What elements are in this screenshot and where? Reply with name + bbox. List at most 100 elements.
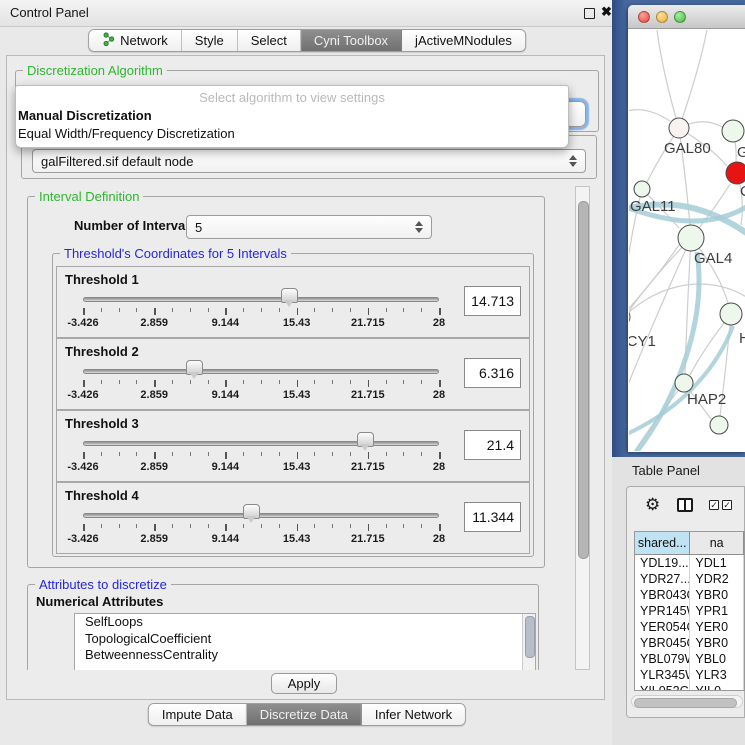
threshold-slider-track[interactable] [83,297,439,302]
tick-mark [101,452,102,456]
tab-select[interactable]: Select [238,30,301,51]
threshold-value-field[interactable]: 6.316 [464,358,521,388]
tick-mark [297,452,299,459]
network-edge [679,30,707,128]
threshold-slider-thumb[interactable] [357,432,374,447]
network-window-titlebar[interactable] [628,5,745,29]
float-window-icon[interactable] [584,8,595,19]
threshold-slider-track[interactable] [83,513,439,518]
column-header-na[interactable]: na [690,532,744,554]
table-row[interactable]: YBR045CYBR0 [635,635,744,651]
threshold-value-field[interactable]: 11.344 [464,502,521,532]
threshold-slider-track[interactable] [83,369,439,374]
tick-label: 9.144 [199,533,251,545]
table-horizontal-scrollbar-thumb[interactable] [634,698,737,708]
network-canvas[interactable]: GAL80GACGAL11GAL4GCY1HHAP2 [629,29,745,451]
number-of-intervals-combobox[interactable]: 5 [186,215,432,239]
table-cell: YBR0 [690,587,744,603]
table-horizontal-scrollbar[interactable] [631,695,743,708]
columns-icon[interactable] [677,498,693,512]
tab-impute-data[interactable]: Impute Data [149,704,247,725]
number-of-intervals-label: Number of Intervals [74,218,196,233]
close-traffic-light-icon[interactable] [638,11,650,23]
combobox-stepper-icon [414,220,424,234]
attribute-item-topologicalcoefficient[interactable]: TopologicalCoefficient [75,631,535,648]
network-node-gal80[interactable] [669,118,689,138]
tick-label: 21.715 [342,317,394,329]
network-node-gal11[interactable] [634,181,650,197]
checkbox-icon[interactable]: ✓ [722,500,732,510]
attribute-item-betweennesscentrality[interactable]: BetweennessCentrality [75,647,535,664]
control-panel: Control Panel ✖ NetworkStyleSelectCyni T… [0,0,612,745]
tab-network[interactable]: Network [89,30,182,51]
table-cell: YER054C [635,619,690,635]
tab-discretize-data[interactable]: Discretize Data [247,704,362,725]
tick-mark [368,524,370,531]
table-row[interactable]: YDR27...YDR2 [635,571,744,587]
algorithm-option-manual-discretization[interactable]: Manual Discretization [16,108,568,123]
tick-mark [243,524,244,528]
threshold-slider-track[interactable] [83,441,439,446]
tab-cyni-toolbox[interactable]: Cyni Toolbox [301,30,402,51]
table-cell: YDR2 [690,571,744,587]
tick-mark [386,524,387,528]
network-node-hap2[interactable] [675,374,693,392]
checkbox-icon[interactable]: ✓ [709,500,719,510]
tick-mark [279,452,280,456]
settings-scrollbar-thumb[interactable] [578,201,589,559]
table-row[interactable]: YLR345WYLR3 [635,667,744,683]
tick-mark [119,524,120,528]
column-header-shared[interactable]: shared... [635,532,690,554]
threshold-slider-thumb[interactable] [186,360,203,375]
minimize-traffic-light-icon[interactable] [656,11,668,23]
tab-label: Infer Network [375,707,452,722]
threshold-panel-3: Threshold 3-3.4262.8599.14415.4321.71528… [56,410,530,482]
tick-label: -3.426 [57,461,109,473]
tick-mark [243,308,244,312]
network-node-label: GCY1 [629,333,656,350]
tab-infer-network[interactable]: Infer Network [362,704,465,725]
table-data-combobox[interactable]: galFiltered.sif default node [32,149,586,173]
threshold-slider-thumb[interactable] [281,288,298,303]
apply-button[interactable]: Apply [271,673,337,694]
thresholds-title: Threshold's Coordinates for 5 Intervals [60,246,291,261]
network-node-h[interactable] [720,303,742,325]
tab-jactivemnodules[interactable]: jActiveMNodules [402,30,525,51]
table-row[interactable]: YER054CYER0 [635,619,744,635]
table-row[interactable]: YBL079WYBL0 [635,651,744,667]
network-node-gal4[interactable] [678,225,704,251]
tick-mark [136,380,137,384]
tick-label: 15.43 [271,389,323,401]
network-node-ga[interactable] [722,120,744,142]
network-node-c[interactable] [726,162,745,184]
tick-label: 28 [413,317,465,329]
tick-mark [225,452,227,459]
tab-label: jActiveMNodules [415,33,512,48]
threshold-slider-thumb[interactable] [243,504,260,519]
tab-style[interactable]: Style [182,30,238,51]
zoom-traffic-light-icon[interactable] [674,11,686,23]
gear-icon[interactable]: ⚙ [645,495,660,515]
network-node[interactable] [710,416,728,434]
attributes-listbox[interactable]: SelfLoopsTopologicalCoefficientBetweenne… [74,613,536,670]
algorithm-option-equal-width-frequency-discretization[interactable]: Equal Width/Frequency Discretization [16,126,568,141]
tick-mark [386,452,387,456]
close-icon[interactable]: ✖ [601,4,612,20]
threshold-value-field[interactable]: 21.4 [464,430,521,460]
attributes-scrollbar-thumb[interactable] [525,616,535,658]
discretization-algorithm-title: Discretization Algorithm [23,63,167,78]
table-row[interactable]: YDL19...YDL1 [635,555,744,571]
table-row[interactable]: YPR145WYPR1 [635,603,744,619]
algorithm-popup-options: Manual Discretization Equal Width/Frequen… [16,108,568,141]
table-row[interactable]: YIL052CYIL0 [635,683,744,691]
table-row[interactable]: YBR043CYBR0 [635,587,744,603]
tick-mark [279,524,280,528]
attributes-scrollbar[interactable] [522,614,535,670]
network-edge [657,30,679,128]
tick-mark [190,524,191,528]
settings-scrollbar[interactable] [575,186,590,670]
tick-mark [172,380,173,384]
threshold-value-field[interactable]: 14.713 [464,286,521,316]
table-cell: YLR345W [635,667,690,683]
attribute-item-selfloops[interactable]: SelfLoops [75,614,535,631]
